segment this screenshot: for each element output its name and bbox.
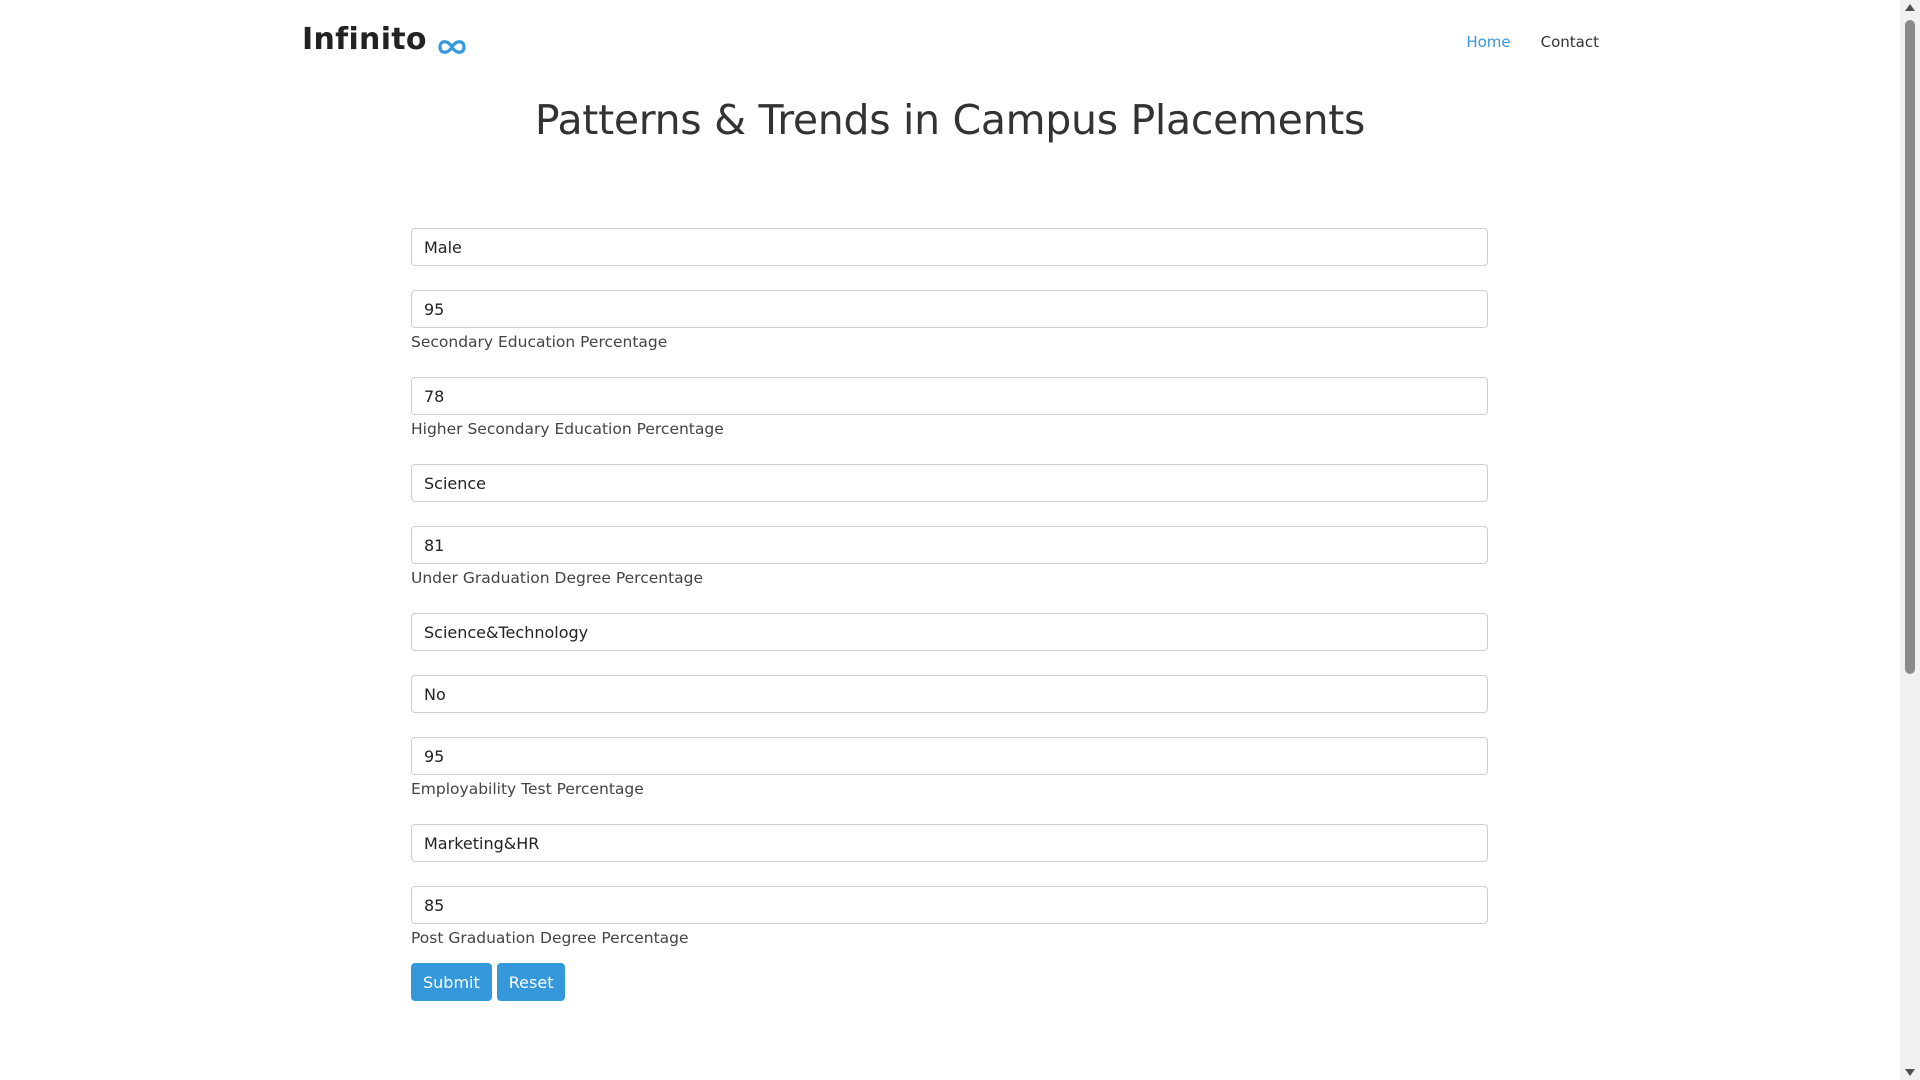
hsc-stream-group [411, 464, 1488, 502]
main-nav: Home Contact [1466, 33, 1599, 51]
ssc-percentage-input[interactable] [411, 290, 1488, 328]
etest-percentage-input[interactable] [411, 737, 1488, 775]
page: Infinito Home Contact Patterns & Trends … [0, 0, 1920, 1080]
form-actions: Submit Reset [411, 963, 1488, 1001]
site-header: Infinito Home Contact [0, 0, 1900, 86]
placement-form: Secondary Education Percentage Higher Se… [411, 228, 1488, 1001]
scroll-thumb[interactable] [1905, 20, 1915, 674]
nav-contact-link[interactable]: Contact [1541, 33, 1599, 51]
degree-percentage-input[interactable] [411, 526, 1488, 564]
hsc-percentage-input[interactable] [411, 377, 1488, 415]
work-experience-group [411, 675, 1488, 713]
mba-percentage-hint: Post Graduation Degree Percentage [411, 929, 689, 947]
degree-percentage-hint: Under Graduation Degree Percentage [411, 569, 704, 587]
vertical-scrollbar[interactable] [1900, 0, 1920, 1080]
specialisation-input[interactable] [411, 824, 1488, 862]
page-title: Patterns & Trends in Campus Placements [534, 96, 1366, 144]
hsc-percentage-hint: Higher Secondary Education Percentage [411, 420, 724, 438]
gender-input[interactable] [411, 228, 1488, 266]
degree-type-group [411, 613, 1488, 651]
reset-button[interactable]: Reset [496, 963, 566, 1001]
work-experience-input[interactable] [411, 675, 1488, 713]
degree-percentage-group: Under Graduation Degree Percentage [411, 526, 1488, 589]
infinity-icon [436, 30, 468, 54]
logo[interactable]: Infinito [302, 22, 468, 57]
mba-percentage-group: Post Graduation Degree Percentage [411, 886, 1488, 949]
scroll-down-arrow-icon[interactable] [1905, 1069, 1915, 1076]
logo-text: Infinito [302, 22, 427, 57]
nav-home-link[interactable]: Home [1466, 33, 1510, 51]
degree-type-input[interactable] [411, 613, 1488, 651]
scroll-up-arrow-icon[interactable] [1905, 4, 1915, 11]
hsc-stream-input[interactable] [411, 464, 1488, 502]
etest-percentage-group: Employability Test Percentage [411, 737, 1488, 800]
gender-group [411, 228, 1488, 266]
ssc-percentage-hint: Secondary Education Percentage [411, 333, 668, 351]
etest-percentage-hint: Employability Test Percentage [411, 780, 644, 798]
submit-button[interactable]: Submit [411, 963, 492, 1001]
ssc-percentage-group: Secondary Education Percentage [411, 290, 1488, 353]
hsc-percentage-group: Higher Secondary Education Percentage [411, 377, 1488, 440]
specialisation-group [411, 824, 1488, 862]
mba-percentage-input[interactable] [411, 886, 1488, 924]
